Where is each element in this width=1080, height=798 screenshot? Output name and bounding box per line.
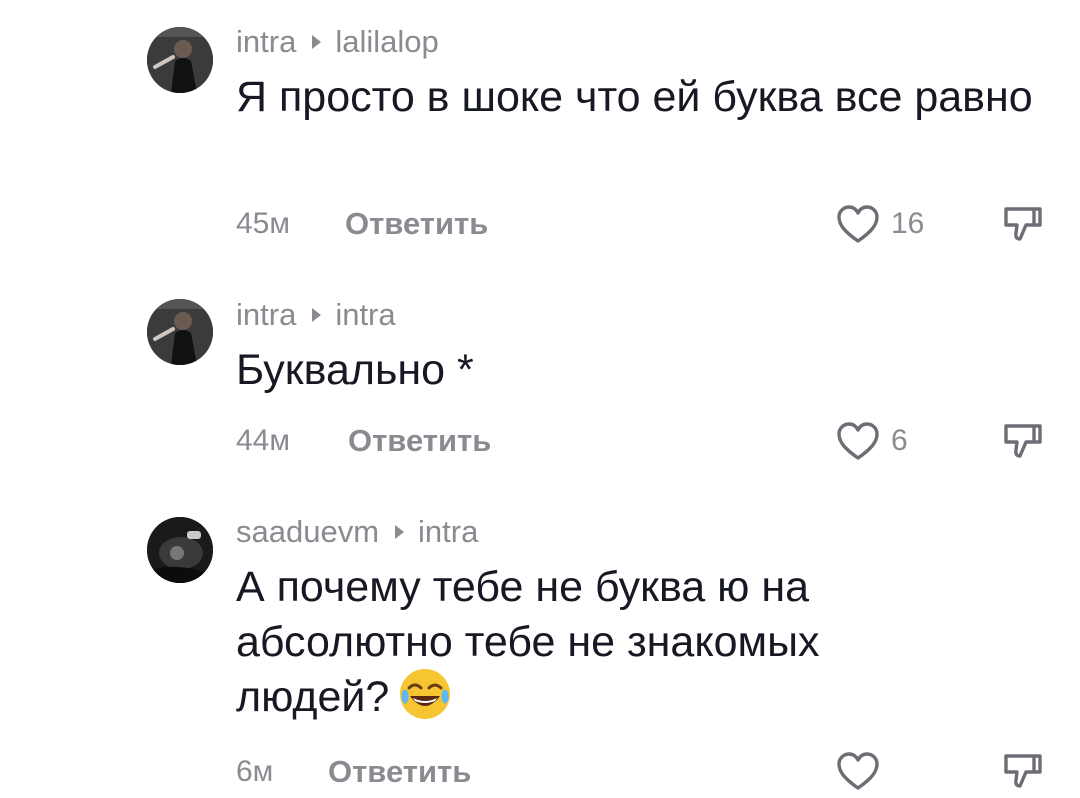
heart-outline-icon[interactable] xyxy=(835,749,881,795)
comment-text-content: А почему тебе не буква ю на абсолютно те… xyxy=(236,563,820,721)
like-count: 6 xyxy=(891,424,908,457)
comment-meta: saaduevm intra xyxy=(236,514,478,550)
comment-time: 45м xyxy=(236,207,290,240)
heart-outline-icon[interactable] xyxy=(835,419,881,465)
triangle-right-icon xyxy=(312,307,322,322)
comment-meta: intra lalilalop xyxy=(236,24,439,60)
reply-to-name[interactable]: intra xyxy=(335,297,395,332)
triangle-right-icon xyxy=(395,524,405,539)
reply-to-name[interactable]: intra xyxy=(418,514,478,549)
comment-time: 44м xyxy=(236,424,290,457)
avatar[interactable] xyxy=(147,299,213,365)
comment-time: 6м xyxy=(236,755,274,788)
comment-text: А почему тебе не буква ю на абсолютно те… xyxy=(236,560,936,728)
author-name[interactable]: intra xyxy=(236,24,296,59)
avatar[interactable] xyxy=(147,517,213,583)
thumbs-down-icon[interactable] xyxy=(998,201,1044,247)
author-name[interactable]: saaduevm xyxy=(236,514,379,549)
thumbs-down-icon[interactable] xyxy=(998,418,1044,464)
comment-text: Я просто в шоке что ей буква все равно xyxy=(236,73,1033,121)
triangle-right-icon xyxy=(312,34,322,49)
reply-to-name[interactable]: lalilalop xyxy=(335,24,438,59)
reply-button[interactable]: Ответить xyxy=(345,206,488,242)
reply-button[interactable]: Ответить xyxy=(348,423,491,459)
tears-of-joy-emoji xyxy=(397,666,453,722)
like-count: 16 xyxy=(891,207,925,240)
author-name[interactable]: intra xyxy=(236,297,296,332)
thumbs-down-icon[interactable] xyxy=(998,748,1044,794)
comment-text: Буквально * xyxy=(236,346,474,394)
avatar[interactable] xyxy=(147,27,213,93)
heart-outline-icon[interactable] xyxy=(835,202,881,248)
comment-meta: intra intra xyxy=(236,297,396,333)
reply-button[interactable]: Ответить xyxy=(328,754,471,790)
